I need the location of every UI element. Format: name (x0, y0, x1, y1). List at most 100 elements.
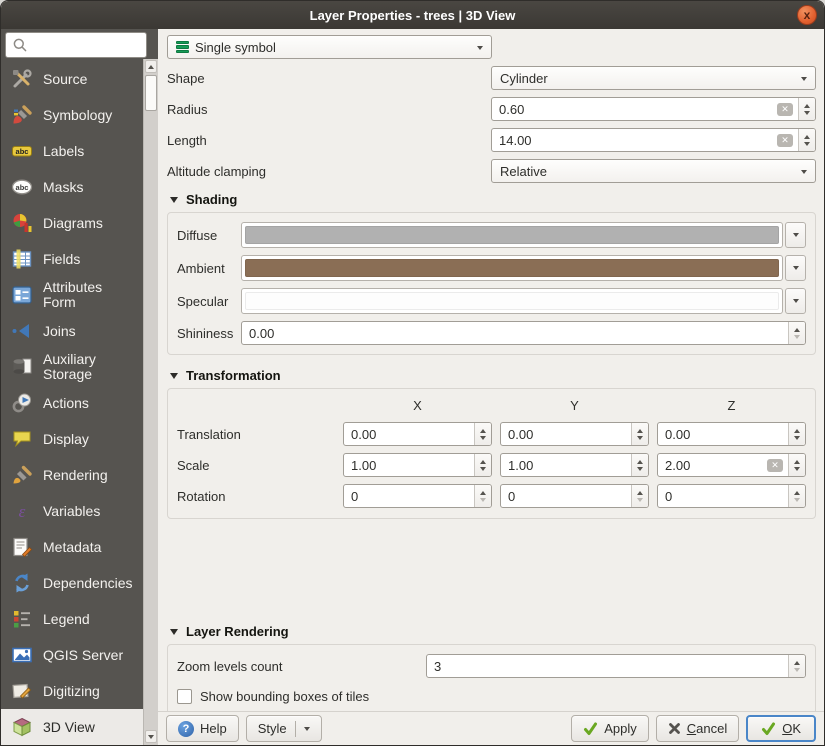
sidebar-item-joins[interactable]: Joins (1, 313, 143, 349)
scroll-down-icon[interactable] (145, 730, 157, 743)
scale-z-spinbox[interactable]: 2.00 ✕ (657, 453, 806, 477)
sidebar-item-symbology[interactable]: Symbology (1, 97, 143, 133)
translation-x-spinbox[interactable]: 0.00 (343, 422, 492, 446)
chevron-down-icon (801, 170, 807, 174)
style-button[interactable]: Style (246, 715, 322, 742)
sidebar-item-label: Masks (43, 180, 137, 195)
apply-button-label: Apply (604, 721, 637, 736)
radius-spinbox[interactable]: 0.60 ✕ (491, 97, 816, 121)
scale-x-spinbox[interactable]: 1.00 (343, 453, 492, 477)
sidebar-item-label: Fields (43, 252, 137, 267)
translation-y-spinbox[interactable]: 0.00 (500, 422, 649, 446)
show-bounding-boxes-row[interactable]: Show bounding boxes of tiles (177, 686, 806, 706)
sidebar-item-label: Variables (43, 504, 137, 519)
layer-rendering-group: Zoom levels count 3 Show bounding boxes … (167, 644, 816, 717)
length-spinbox[interactable]: 14.00 ✕ (491, 128, 816, 152)
spin-buttons[interactable] (631, 423, 648, 445)
sidebar-item-source[interactable]: Source (1, 61, 143, 97)
svg-text:abc: abc (16, 183, 29, 192)
chevron-down-icon (801, 77, 807, 81)
radius-label: Radius (167, 102, 491, 117)
sidebar-item-3d-view[interactable]: 3D View (1, 709, 143, 745)
clear-icon[interactable]: ✕ (777, 103, 793, 116)
scroll-thumb[interactable] (145, 75, 157, 111)
spin-buttons[interactable] (631, 485, 648, 507)
scroll-up-icon[interactable] (145, 60, 157, 73)
sidebar-item-auxiliary-storage[interactable]: Auxiliary Storage (1, 349, 143, 385)
shading-group-header[interactable]: Shading (170, 191, 816, 208)
chevron-down-icon (793, 266, 799, 270)
clear-icon[interactable]: ✕ (767, 459, 783, 472)
sidebar-item-fields[interactable]: Fields (1, 241, 143, 277)
transformation-group-header[interactable]: Transformation (170, 367, 816, 384)
spin-buttons[interactable] (788, 322, 805, 344)
layer-rendering-group-header[interactable]: Layer Rendering (170, 623, 816, 640)
dependencies-icon (10, 572, 34, 594)
sidebar-item-qgis-server[interactable]: QGIS Server (1, 637, 143, 673)
sidebar-item-label: Metadata (43, 540, 137, 555)
help-button[interactable]: ? Help (166, 715, 239, 742)
sidebar-item-dependencies[interactable]: Dependencies (1, 565, 143, 601)
spin-buttons[interactable] (474, 454, 491, 476)
close-icon[interactable]: x (797, 5, 817, 25)
specular-color-menu-button[interactable] (785, 288, 806, 314)
ambient-color-menu-button[interactable] (785, 255, 806, 281)
translation-z-spinbox[interactable]: 0.00 (657, 422, 806, 446)
sidebar-item-labels[interactable]: abcLabels (1, 133, 143, 169)
sidebar-item-actions[interactable]: Actions (1, 385, 143, 421)
spin-buttons[interactable] (788, 423, 805, 445)
transformation-group: X Y Z Translation 0.00 0.00 0.00 Scale (167, 388, 816, 519)
cancel-button[interactable]: Cancel (656, 715, 739, 742)
altitude-clamping-select[interactable]: Relative (491, 159, 816, 183)
rotation-x-spinbox[interactable]: 0 (343, 484, 492, 508)
spin-buttons[interactable] (474, 423, 491, 445)
show-bounding-boxes-checkbox[interactable] (177, 689, 192, 704)
sidebar-item-diagrams[interactable]: Diagrams (1, 205, 143, 241)
sidebar-list: SourceSymbologyabcLabelsabcMasksDiagrams… (1, 61, 143, 745)
shininess-spinbox[interactable]: 0.00 (241, 321, 806, 345)
zoom-levels-spinbox[interactable]: 3 (426, 654, 806, 678)
sidebar-item-rendering[interactable]: Rendering (1, 457, 143, 493)
spin-buttons[interactable] (788, 454, 805, 476)
clear-icon[interactable]: ✕ (777, 134, 793, 147)
spin-buttons[interactable] (788, 655, 805, 677)
rotation-z-spinbox[interactable]: 0 (657, 484, 806, 508)
renderer-select[interactable]: Single symbol (167, 35, 492, 59)
svg-text:abc: abc (16, 147, 29, 156)
auxiliary-storage-icon (10, 356, 34, 378)
ambient-color-button[interactable] (241, 255, 783, 281)
sidebar-item-attributes-form[interactable]: Attributes Form (1, 277, 143, 313)
legend-icon (10, 608, 34, 630)
sidebar-item-masks[interactable]: abc Masks (1, 169, 143, 205)
spin-buttons[interactable] (631, 454, 648, 476)
diffuse-color-button[interactable] (241, 222, 783, 248)
search-input[interactable] (5, 32, 147, 58)
scale-y-spinbox[interactable]: 1.00 (500, 453, 649, 477)
sidebar-item-digitizing[interactable]: Digitizing (1, 673, 143, 709)
chevron-down-icon (793, 233, 799, 237)
shape-select[interactable]: Cylinder (491, 66, 816, 90)
spin-buttons[interactable] (798, 129, 815, 151)
spin-buttons[interactable] (474, 485, 491, 507)
sidebar-item-label: Symbology (43, 108, 137, 123)
rotation-x-value: 0 (344, 489, 474, 504)
rotation-y-spinbox[interactable]: 0 (500, 484, 649, 508)
specular-color-button[interactable] (241, 288, 783, 314)
help-button-label: Help (200, 721, 227, 736)
diffuse-color-menu-button[interactable] (785, 222, 806, 248)
spin-buttons[interactable] (798, 98, 815, 120)
sidebar-item-variables[interactable]: εVariables (1, 493, 143, 529)
sidebar-item-label: Attributes Form (43, 280, 137, 310)
labels-icon: abc (10, 140, 34, 162)
spin-buttons[interactable] (788, 485, 805, 507)
attributes-form-icon (10, 284, 34, 306)
ok-button[interactable]: OK (746, 715, 816, 742)
sidebar-scrollbar[interactable] (143, 59, 158, 745)
rotation-z-value: 0 (658, 489, 788, 504)
shininess-value: 0.00 (242, 326, 788, 341)
sidebar-item-legend[interactable]: Legend (1, 601, 143, 637)
sidebar-item-metadata[interactable]: Metadata (1, 529, 143, 565)
sidebar-item-display[interactable]: Display (1, 421, 143, 457)
apply-button[interactable]: Apply (571, 715, 649, 742)
column-z-label: Z (657, 398, 806, 415)
